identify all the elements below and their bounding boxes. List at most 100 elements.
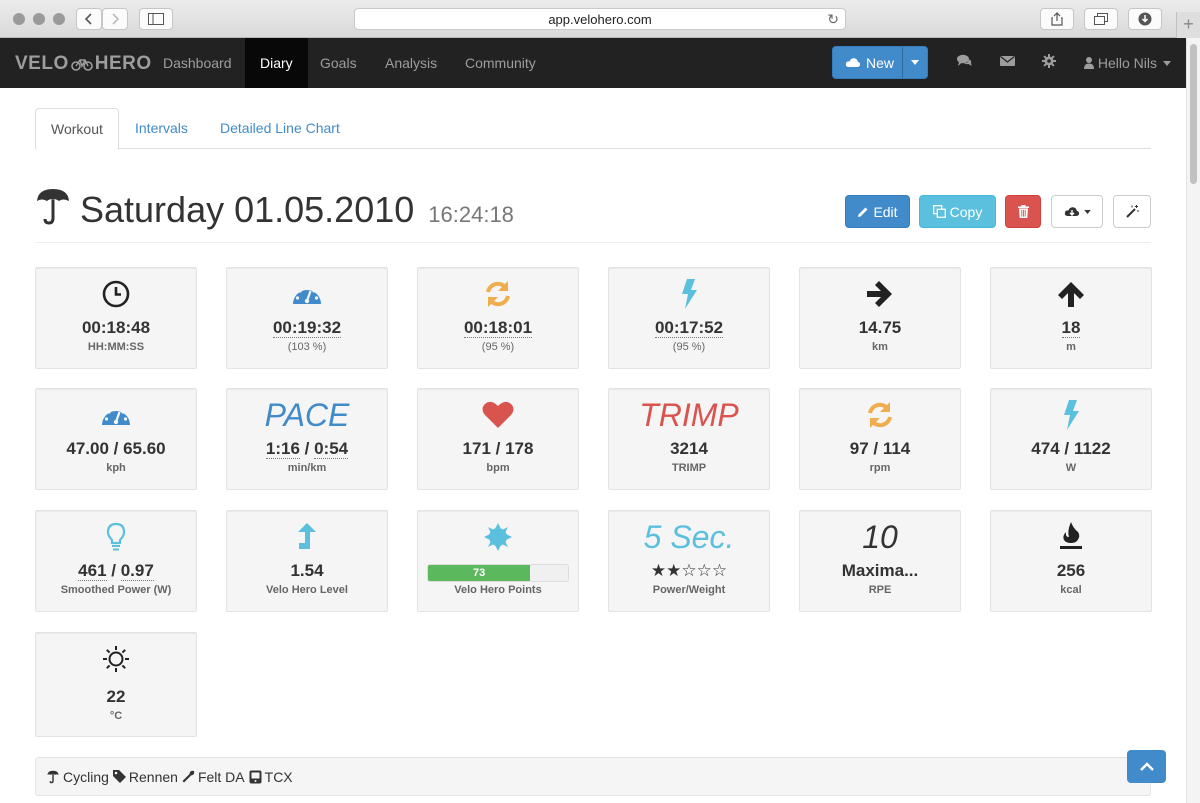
- edit-button[interactable]: Edit: [845, 195, 910, 228]
- edit-label: Edit: [873, 203, 898, 220]
- browser-chrome: app.velohero.com ↻ +: [0, 0, 1200, 38]
- export-dropdown-button[interactable]: [1051, 195, 1103, 228]
- tile-pace: PACE 1:16 / 0:54 min/km: [226, 388, 388, 490]
- user-menu[interactable]: Hello Nils: [1084, 38, 1171, 88]
- bicycle-icon: [70, 59, 93, 71]
- tabs-button[interactable]: [1084, 8, 1118, 30]
- tile-value[interactable]: 00:19:32: [272, 318, 342, 338]
- equipment-label: Felt DA: [197, 768, 245, 785]
- url-bar[interactable]: app.velohero.com ↻: [354, 8, 846, 30]
- maximize-window-icon[interactable]: [53, 13, 65, 25]
- back-button[interactable]: [76, 8, 102, 30]
- tile-value[interactable]: 18: [1061, 318, 1081, 338]
- new-workout-button[interactable]: New: [832, 46, 928, 79]
- caret-down-icon: [1162, 61, 1171, 66]
- chevron-up-icon: [1139, 762, 1154, 771]
- nav-goals[interactable]: Goals: [305, 38, 372, 88]
- tabs-icon: [1094, 13, 1108, 25]
- sidebar-toggle-button[interactable]: [139, 8, 173, 30]
- share-button[interactable]: [1040, 8, 1074, 30]
- downloads-button[interactable]: [1128, 8, 1162, 30]
- brand-right: HERO: [94, 53, 152, 74]
- reload-icon[interactable]: ↻: [827, 9, 839, 30]
- tile-trimp: TRIMP 3214 TRIMP: [608, 388, 770, 490]
- star-empty-icon: ☆: [696, 561, 712, 580]
- tile-value-avg[interactable]: 1:16: [265, 439, 300, 459]
- tile-ascent: 18 m: [990, 267, 1152, 369]
- tile-label: kph: [106, 462, 126, 474]
- equipment-item[interactable]: Felt DA: [182, 769, 245, 785]
- tile-speed: 47.00 / 65.60 kph: [35, 388, 197, 490]
- lightbulb-icon: [106, 522, 126, 551]
- star-empty-icon: ☆: [681, 561, 697, 580]
- tile-title: PACE: [264, 397, 350, 433]
- pencil-icon: [858, 207, 868, 217]
- share-icon: [1051, 12, 1063, 26]
- nav-community[interactable]: Community: [450, 38, 551, 88]
- back-to-top-button[interactable]: [1127, 750, 1166, 783]
- new-tab-button[interactable]: +: [1176, 12, 1200, 38]
- workout-date: Saturday 01.05.2010: [80, 189, 415, 230]
- tile-value: 1.54: [290, 561, 324, 580]
- copy-button[interactable]: Copy: [919, 195, 996, 228]
- tile-value: 171 / 178: [462, 439, 534, 458]
- tile-value-avg[interactable]: 461: [78, 561, 107, 581]
- tab-detailed-line-chart[interactable]: Detailed Line Chart: [205, 108, 355, 149]
- tile-label: kcal: [1060, 584, 1082, 596]
- sport-item[interactable]: Cycling: [46, 769, 109, 785]
- tab-intervals[interactable]: Intervals: [120, 108, 203, 149]
- page-scrollbar[interactable]: [1186, 38, 1200, 803]
- scrollbar-thumb[interactable]: [1190, 44, 1197, 184]
- new-dropdown-toggle[interactable]: [902, 47, 927, 78]
- magic-wand-button[interactable]: [1113, 195, 1151, 228]
- tile-value: 474 / 1122: [1031, 439, 1111, 458]
- tile-label: Smoothed Power (W): [60, 584, 172, 596]
- tile-value[interactable]: 00:18:01: [463, 318, 533, 338]
- tile-value-ratio[interactable]: 0.97: [120, 561, 154, 581]
- tile-label: HH:MM:SS: [87, 341, 145, 353]
- tile-value[interactable]: 00:17:52: [654, 318, 724, 338]
- tile-value-max[interactable]: 0:54: [314, 439, 349, 459]
- chevron-right-icon: [112, 13, 119, 25]
- envelope-icon[interactable]: [1000, 54, 1015, 70]
- minimize-window-icon[interactable]: [33, 13, 45, 25]
- gear-icon[interactable]: [1042, 54, 1056, 71]
- tag-item[interactable]: Rennen: [112, 769, 178, 785]
- sport-label: Cycling: [63, 768, 109, 785]
- file-item[interactable]: TCX: [249, 769, 293, 785]
- tile-value: 00:18:48: [81, 318, 151, 337]
- caret-down-icon: [911, 60, 920, 65]
- tile-value: 256: [1056, 561, 1086, 580]
- certificate-icon: [484, 523, 512, 551]
- umbrella-icon: [37, 189, 69, 225]
- tile-value-separator: /: [106, 561, 121, 580]
- speedometer-icon: [102, 407, 130, 425]
- star-empty-icon: ☆: [711, 561, 728, 580]
- tile-velo-hero-points: 73 Velo Hero Points: [417, 510, 579, 612]
- star-filled-icon: ★: [666, 561, 682, 580]
- refresh-icon: [868, 402, 892, 428]
- brand-left: VELO: [15, 53, 69, 74]
- bolt-icon: [682, 279, 697, 309]
- tile-value: 14.75: [858, 318, 902, 337]
- magic-wand-icon: [1125, 205, 1138, 218]
- tile-label: Velo Hero Points: [454, 584, 542, 596]
- forward-button[interactable]: [102, 8, 128, 30]
- tile-label: °C: [109, 710, 123, 722]
- tile-velo-hero-level: 1.54 Velo Hero Level: [226, 510, 388, 612]
- nav-dashboard[interactable]: Dashboard: [148, 38, 247, 88]
- tile-label: TRIMP: [671, 462, 707, 474]
- nav-diary[interactable]: Diary: [245, 38, 308, 88]
- brand-logo[interactable]: VELO HERO: [15, 53, 152, 75]
- close-window-icon[interactable]: [13, 13, 25, 25]
- tile-label: rpm: [869, 462, 891, 474]
- tile-label: W: [1065, 462, 1077, 474]
- tile-cadence: 97 / 114 rpm: [799, 388, 961, 490]
- tile-label: Power/Weight: [652, 584, 726, 596]
- delete-button[interactable]: [1005, 195, 1041, 228]
- tab-workout[interactable]: Workout: [35, 108, 119, 150]
- tile-label: bpm: [486, 462, 510, 474]
- chat-icon[interactable]: [957, 54, 972, 70]
- new-label: New: [866, 54, 895, 71]
- nav-analysis[interactable]: Analysis: [370, 38, 452, 88]
